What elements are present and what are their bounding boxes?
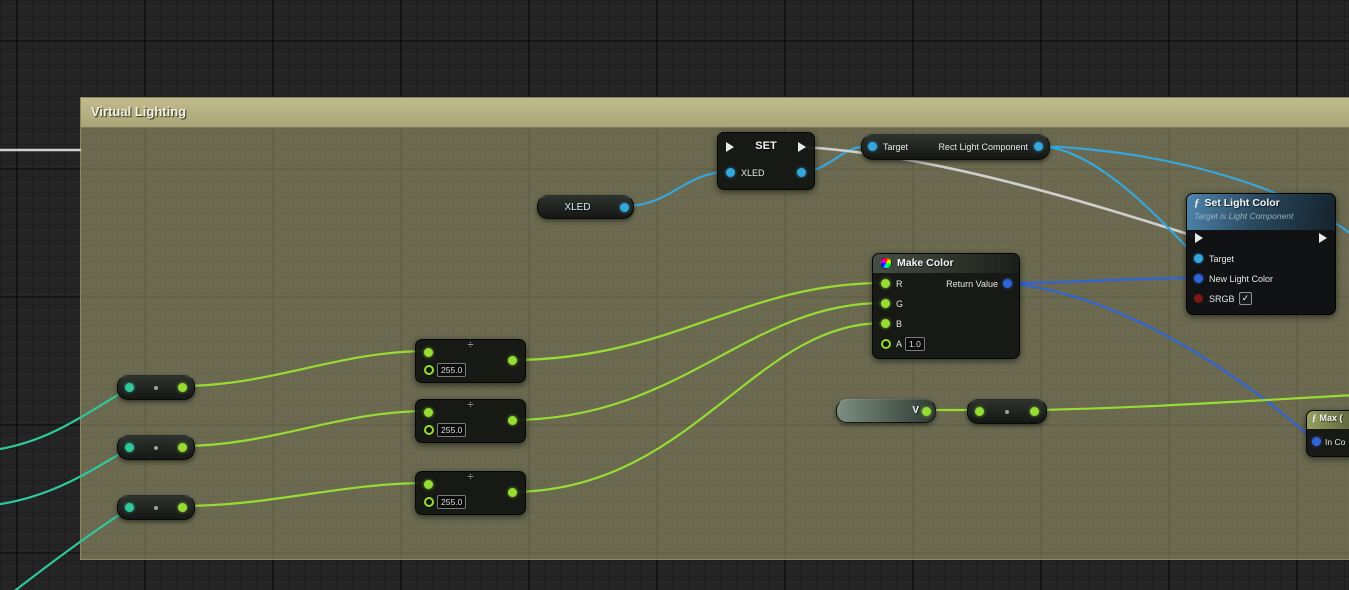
max-input-pin[interactable] — [1312, 437, 1321, 446]
divisor-value-input[interactable]: 255.0 — [437, 495, 466, 509]
divide-input-pin[interactable] — [424, 480, 433, 489]
convert-dot-icon — [154, 446, 158, 450]
new-light-color-pin-label: New Light Color — [1209, 275, 1273, 284]
srgb-checkbox[interactable]: ✓ — [1239, 292, 1252, 305]
node-max[interactable]: ƒ Max ( In Co — [1306, 410, 1349, 457]
blueprint-canvas[interactable]: Virtual Lighting XLED SET XLED — [0, 0, 1349, 590]
set-light-color-header[interactable]: ƒ Set Light Color Target is Light Compon… — [1187, 194, 1335, 230]
node-set-light-color[interactable]: ƒ Set Light Color Target is Light Compon… — [1186, 193, 1336, 315]
rect-light-output-pin[interactable] — [1034, 142, 1043, 151]
rect-light-label: Rect Light Component — [938, 143, 1028, 152]
wire-incoming-2[interactable] — [0, 448, 130, 505]
divide-output-pin[interactable] — [508, 488, 517, 497]
a-input-pin[interactable] — [881, 339, 891, 349]
divisor-value-input[interactable]: 255.0 — [437, 423, 466, 437]
wire-exec-set-to-setlightcolor[interactable] — [801, 147, 1194, 236]
wire-incoming-1[interactable] — [0, 388, 130, 450]
convert-output-pin[interactable] — [178, 383, 187, 392]
g-input-pin[interactable] — [881, 299, 890, 308]
srgb-input-pin[interactable] — [1194, 294, 1203, 303]
g-pin-label: G — [896, 300, 903, 309]
target-input-pin[interactable] — [1194, 254, 1203, 263]
wire-div3-to-b[interactable] — [511, 323, 883, 492]
node-get-rect-light-component[interactable]: Target Rect Light Component — [861, 134, 1050, 160]
divide-output-pin[interactable] — [508, 356, 517, 365]
rect-light-target-label: Target — [883, 143, 908, 152]
a-pin-label: A — [896, 340, 902, 349]
convert-dot-icon — [1005, 410, 1009, 414]
node-convert-2[interactable] — [117, 435, 195, 460]
wire-xled-to-set[interactable] — [624, 172, 728, 206]
convert-output-pin[interactable] — [1030, 407, 1039, 416]
wire-makecolor-to-newlightcolor[interactable] — [1006, 278, 1195, 283]
max-input-label: In Co — [1325, 438, 1345, 447]
node-convert-1[interactable] — [117, 375, 195, 400]
convert-dot-icon — [154, 506, 158, 510]
return-value-pin[interactable] — [1003, 279, 1012, 288]
rect-light-target-pin[interactable] — [868, 142, 877, 151]
b-pin-label: B — [896, 320, 902, 329]
exec-in-pin[interactable] — [1195, 233, 1203, 243]
node-divide-1[interactable]: ÷ 255.0 — [415, 339, 526, 383]
xled-output-pin[interactable] — [620, 203, 629, 212]
r-pin-label: R — [896, 280, 903, 289]
convert-output-pin[interactable] — [178, 503, 187, 512]
max-header[interactable]: ƒ Max ( — [1307, 411, 1349, 429]
node-divide-2[interactable]: ÷ 255.0 — [415, 399, 526, 443]
color-wheel-icon — [880, 257, 892, 269]
wire-conv2-to-div2[interactable] — [181, 411, 428, 446]
divide-input-pin[interactable] — [424, 348, 433, 357]
convert-output-pin[interactable] — [178, 443, 187, 452]
wire-conv4-to-offscreen[interactable] — [1035, 395, 1349, 410]
convert-input-pin[interactable] — [125, 503, 134, 512]
wire-conv3-to-div3[interactable] — [181, 483, 428, 506]
convert-input-pin[interactable] — [975, 407, 984, 416]
v-get-label: V — [912, 405, 919, 416]
divide-divisor-pin[interactable] — [424, 425, 434, 435]
divide-divisor-pin[interactable] — [424, 365, 434, 375]
set-xled-pin-label: XLED — [741, 169, 765, 178]
wire-div2-to-g[interactable] — [511, 303, 883, 420]
divide-output-pin[interactable] — [508, 416, 517, 425]
set-light-color-title: Set Light Color — [1205, 197, 1280, 209]
node-get-v[interactable]: V — [836, 399, 936, 423]
srgb-pin-label: SRGB — [1209, 295, 1235, 304]
return-value-label: Return Value — [946, 280, 998, 289]
a-value-input[interactable]: 1.0 — [905, 337, 925, 351]
convert-input-pin[interactable] — [125, 443, 134, 452]
set-xled-output-pin[interactable] — [797, 168, 806, 177]
exec-in-pin[interactable] — [726, 142, 734, 152]
node-get-xled[interactable]: XLED — [537, 195, 634, 219]
node-convert-4[interactable] — [967, 399, 1047, 424]
wire-layer — [0, 0, 1349, 590]
wire-incoming-3[interactable] — [8, 508, 130, 590]
target-pin-label: Target — [1209, 255, 1234, 264]
function-icon: ƒ — [1312, 413, 1317, 423]
node-convert-3[interactable] — [117, 495, 195, 520]
node-divide-3[interactable]: ÷ 255.0 — [415, 471, 526, 515]
divisor-value-input[interactable]: 255.0 — [437, 363, 466, 377]
divide-input-pin[interactable] — [424, 408, 433, 417]
node-make-color[interactable]: Make Color R Return Value G B A 1.0 — [872, 253, 1020, 359]
exec-out-pin[interactable] — [1319, 233, 1327, 243]
exec-out-pin[interactable] — [798, 142, 806, 152]
set-xled-input-pin[interactable] — [726, 168, 735, 177]
function-icon: ƒ — [1194, 197, 1200, 209]
max-title: Max ( — [1320, 413, 1343, 423]
node-set-xled[interactable]: SET XLED — [717, 132, 815, 190]
r-input-pin[interactable] — [881, 279, 890, 288]
divide-divisor-pin[interactable] — [424, 497, 434, 507]
xled-get-label: XLED — [538, 202, 617, 213]
convert-dot-icon — [154, 386, 158, 390]
new-light-color-input-pin[interactable] — [1194, 274, 1203, 283]
v-output-pin[interactable] — [922, 407, 931, 416]
make-color-title: Make Color — [897, 257, 954, 269]
convert-input-pin[interactable] — [125, 383, 134, 392]
b-input-pin[interactable] — [881, 319, 890, 328]
set-light-color-subtitle: Target is Light Component — [1194, 211, 1328, 221]
wire-conv1-to-div1[interactable] — [181, 351, 428, 386]
wire-div1-to-r[interactable] — [511, 283, 883, 360]
make-color-header[interactable]: Make Color — [873, 254, 1019, 273]
